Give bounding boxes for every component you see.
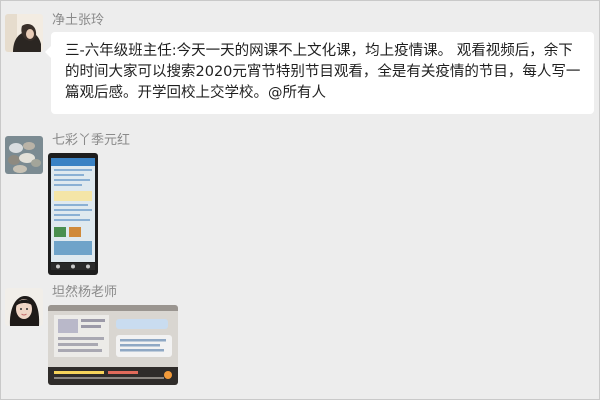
message-text: 三-六年级班主任:今天一天的网课不上文化课，均上疫情课。 观看视频后，余下的时间… [65, 43, 581, 101]
message-bubble[interactable]: 三-六年级班主任:今天一天的网课不上文化课，均上疫情课。 观看视频后，余下的时间… [45, 32, 594, 114]
sender-name: 七彩丫季元红 [52, 133, 131, 148]
avatar-tanran-yang[interactable] [5, 288, 43, 326]
image-message-thumbnail[interactable] [48, 153, 98, 275]
avatar-zhangling[interactable] [5, 14, 43, 52]
sender-name: 坦然杨老师 [52, 285, 118, 300]
sender-name: 净土张玲 [52, 13, 105, 28]
image-message-thumbnail[interactable] [48, 305, 178, 385]
avatar-jiyuanhong[interactable] [5, 136, 43, 174]
